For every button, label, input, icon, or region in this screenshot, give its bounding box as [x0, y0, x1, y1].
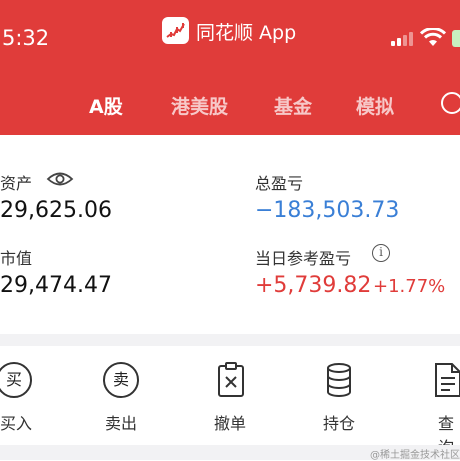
section-divider [0, 334, 460, 346]
today-pl-percent: +1.77% [373, 276, 446, 297]
holdings-icon[interactable] [325, 362, 353, 398]
info-icon[interactable]: i [372, 244, 390, 262]
total-assets-value: 29,625.06 [0, 198, 112, 223]
buy-button-label[interactable]: 买入 [0, 410, 32, 434]
battery-icon [452, 30, 460, 47]
total-pl-value: −183,503.73 [255, 198, 400, 223]
market-value-value: 29,474.47 [0, 273, 112, 298]
app-logo-icon [162, 17, 189, 44]
total-pl-label: 总盈亏 [255, 174, 304, 193]
wifi-icon [420, 28, 446, 46]
cancel-order-icon[interactable] [217, 362, 245, 398]
tab-funds[interactable]: 基金 [274, 92, 312, 119]
market-value-label: 市值 [0, 249, 33, 268]
buy-icon[interactable]: 买 [0, 362, 32, 398]
sell-icon[interactable]: 卖 [103, 362, 139, 398]
status-time: 5:32 [2, 26, 50, 50]
eye-icon[interactable] [46, 170, 74, 188]
sell-button-label[interactable]: 卖出 [105, 410, 137, 434]
assets-panel [0, 135, 460, 335]
today-pl-label: 当日参考盈亏 [255, 249, 352, 268]
tab-a-shares[interactable]: A股 [89, 92, 123, 119]
app-title: 同花顺 App [196, 22, 297, 44]
today-pl-value: +5,739.82 [255, 273, 372, 298]
tab-simulation[interactable]: 模拟 [356, 92, 394, 119]
holdings-button-label[interactable]: 持仓 [323, 410, 355, 434]
cancel-order-button-label[interactable]: 撤单 [214, 410, 246, 434]
tab-hk-us-stocks[interactable]: 港美股 [171, 92, 228, 119]
signal-icon [391, 31, 417, 46]
search-icon[interactable] [441, 92, 460, 114]
total-assets-label: 资产 [0, 174, 33, 193]
query-icon[interactable] [434, 362, 460, 398]
watermark: @稀土掘金技术社区 [370, 450, 460, 461]
